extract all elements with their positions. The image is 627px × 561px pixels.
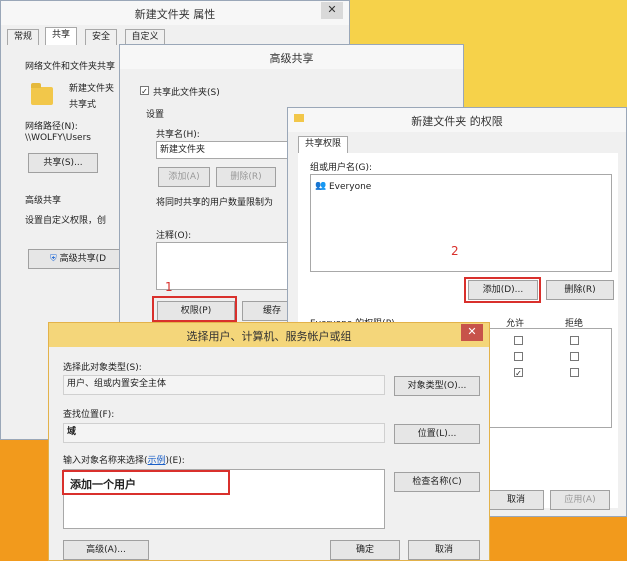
select-title: 选择用户、计算机、服务帐户或组 [186, 330, 352, 343]
deny-checkbox-3[interactable] [570, 368, 579, 377]
apply-button[interactable]: 应用(A) [550, 490, 610, 510]
allow-checkbox-2[interactable] [514, 352, 523, 361]
cancel-button[interactable]: 取消 [488, 490, 544, 510]
permissions-title: 新建文件夹 的权限 [411, 115, 503, 128]
select-users-window: 选择用户、计算机、服务帐户或组 ✕ 选择此对象类型(S): 用户、组或内置安全主… [48, 322, 490, 561]
advanced-sharing-button[interactable]: ⛨ 高级共享(D [28, 249, 128, 269]
close-button[interactable]: ✕ [321, 2, 343, 19]
shield-icon: ⛨ [49, 254, 57, 264]
everyone-item[interactable]: Everyone [329, 182, 371, 192]
share-state: 共享式 [69, 100, 97, 110]
remove-user-button[interactable]: 删除(R) [546, 280, 614, 300]
add-button-highlight [464, 277, 541, 303]
select-cancel-button[interactable]: 取消 [408, 540, 480, 560]
tab-customize[interactable]: 自定义 [125, 29, 165, 45]
permissions-titlebar: 新建文件夹 的权限 [288, 108, 626, 132]
user-limit-label: 将同时共享的用户数量限制为 [156, 198, 274, 208]
tab-security[interactable]: 安全 [85, 29, 117, 45]
object-type-label: 选择此对象类型(S): [63, 363, 142, 373]
allow-checkbox-1[interactable] [514, 336, 523, 345]
net-path-value: \\WOLFY\Users [25, 133, 91, 143]
remove-share-button[interactable]: 删除(R) [216, 167, 276, 187]
share-folder-label: 共享此文件夹(S) [153, 88, 220, 98]
adv-share-desc: 设置自定义权限，创 [25, 216, 107, 226]
step-two-annotation: 2 [451, 244, 459, 258]
tab-share-permissions[interactable]: 共享权限 [298, 136, 348, 154]
object-type-field: 用户、组或内置安全主体 [63, 375, 385, 395]
close-icon[interactable]: ✕ [461, 324, 483, 341]
object-types-button[interactable]: 对象类型(O)... [394, 376, 480, 396]
check-names-button[interactable]: 检查名称(C) [394, 472, 480, 492]
advanced-title: 高级共享 [269, 52, 314, 65]
deny-checkbox-2[interactable] [570, 352, 579, 361]
add-share-button[interactable]: 添加(A) [158, 167, 210, 187]
step-one-annotation: 1 [165, 280, 173, 294]
share-name-label: 共享名(H): [156, 130, 200, 140]
net-path-label: 网络路径(N): [25, 122, 78, 132]
adv-share-heading: 高级共享 [25, 196, 62, 206]
locations-button[interactable]: 位置(L)... [394, 424, 480, 444]
notes-label: 注释(O): [156, 231, 192, 241]
select-titlebar: 选择用户、计算机、服务帐户或组 ✕ [49, 323, 489, 347]
tab-general[interactable]: 常规 [7, 29, 39, 45]
location-field: 域 [63, 423, 385, 443]
properties-titlebar: 新建文件夹 属性 ✕ [1, 1, 349, 25]
ok-button[interactable]: 确定 [330, 540, 400, 560]
allow-checkbox-3[interactable]: ✓ [514, 368, 523, 378]
examples-link[interactable]: 示例 [148, 456, 166, 466]
settings-heading: 设置 [146, 110, 165, 120]
group-label: 组或用户名(G): [310, 163, 373, 173]
share-folder-checkbox[interactable]: ✓ [140, 86, 149, 96]
folder-icon [31, 83, 53, 105]
net-share-heading: 网络文件和文件夹共享 [25, 62, 116, 72]
advanced-button[interactable]: 高级(A)... [63, 540, 149, 560]
folder-name: 新建文件夹 [69, 84, 115, 94]
deny-checkbox-1[interactable] [570, 336, 579, 345]
advanced-titlebar: 高级共享 [120, 45, 463, 69]
share-button[interactable]: 共享(S)... [28, 153, 98, 173]
everyone-icon: 👥 [315, 181, 327, 191]
permissions-highlight [152, 296, 237, 322]
entered-user-text: 添加一个用户 [70, 478, 136, 491]
properties-title: 新建文件夹 属性 [134, 8, 216, 21]
notes-field[interactable] [156, 242, 306, 290]
tab-sharing[interactable]: 共享 [45, 27, 77, 45]
location-label: 查找位置(F): [63, 410, 115, 420]
enter-names-label: 输入对象名称来选择(示例)(E): [63, 456, 185, 466]
